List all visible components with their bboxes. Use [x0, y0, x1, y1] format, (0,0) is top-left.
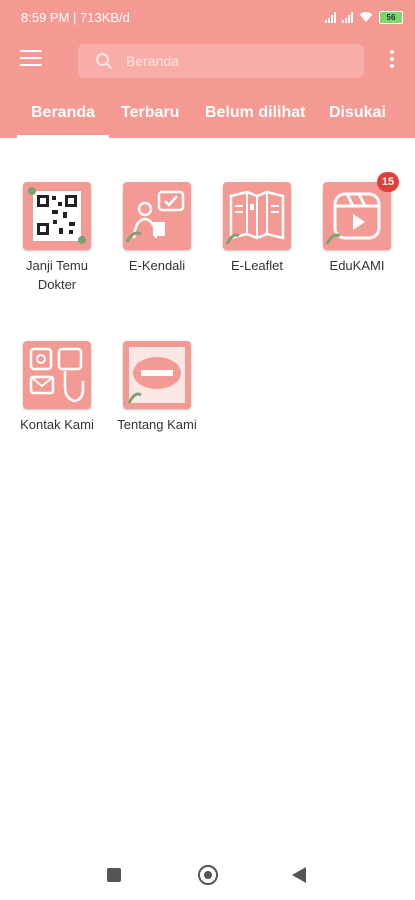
contact-icon — [23, 341, 91, 409]
app-label: Tentang Kami — [117, 417, 197, 432]
battery-icon: 56 — [379, 10, 403, 24]
tab-bar: Beranda Terbaru Belum dilihat Disukai — [0, 94, 415, 138]
battery-level: 56 — [386, 12, 396, 22]
tab-disukai[interactable]: Disukai — [329, 104, 386, 122]
app-label: EduKAMI — [329, 258, 385, 273]
person-chat-icon — [123, 182, 191, 250]
search-input[interactable] — [126, 52, 346, 70]
active-tab-indicator — [17, 135, 109, 138]
tab-belum-dilihat[interactable]: Belum dilihat — [205, 104, 305, 122]
app-header: 8:59 PM | 713KB/d 56 Beranda Terbaru Bel… — [0, 0, 415, 138]
app-label: E-Leaflet — [230, 258, 284, 273]
more-options-icon[interactable] — [389, 50, 395, 70]
leaflet-icon — [223, 182, 291, 250]
notification-badge: 15 — [377, 172, 399, 192]
wifi-icon — [359, 12, 373, 22]
tab-beranda[interactable]: Beranda — [31, 104, 95, 122]
qr-code-icon — [23, 182, 91, 250]
status-icons: 56 — [325, 8, 403, 26]
status-time: 8:59 PM | 713KB/d — [21, 10, 130, 25]
home-button[interactable] — [198, 865, 218, 885]
signal-icon — [325, 11, 336, 23]
video-play-icon: 15 — [323, 172, 399, 250]
app-kontak-kami[interactable]: Kontak Kami — [7, 341, 107, 434]
back-button[interactable] — [292, 867, 306, 883]
app-edukami[interactable]: 15 EduKAMI — [307, 172, 407, 275]
system-nav-bar — [0, 850, 415, 900]
app-tentang-kami[interactable]: Tentang Kami — [107, 341, 207, 434]
signal-icon — [342, 11, 353, 23]
app-janji-temu-dokter[interactable]: Janji Temu Dokter — [7, 182, 107, 294]
status-bar: 8:59 PM | 713KB/d 56 — [0, 0, 415, 36]
app-e-kendali[interactable]: E-Kendali — [107, 182, 207, 275]
search-icon — [96, 53, 113, 70]
app-label: E-Kendali — [128, 258, 186, 273]
app-label: Janji Temu Dokter — [26, 258, 88, 292]
toolbar — [0, 42, 415, 78]
menu-icon[interactable] — [20, 50, 42, 68]
app-label: Kontak Kami — [20, 417, 94, 432]
search-bar[interactable] — [78, 44, 364, 78]
recent-apps-button[interactable] — [107, 868, 121, 882]
about-logo-icon — [123, 341, 191, 409]
app-e-leaflet[interactable]: E-Leaflet — [207, 182, 307, 275]
tab-terbaru[interactable]: Terbaru — [121, 104, 179, 122]
